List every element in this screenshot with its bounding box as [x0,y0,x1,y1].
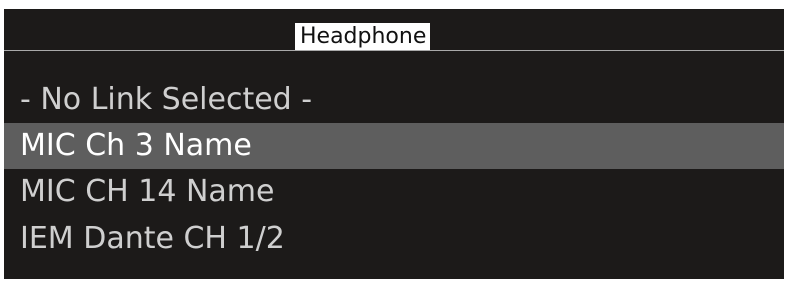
menu-title: Headphone [295,23,431,51]
list-item-mic-ch-14[interactable]: MIC CH 14 Name [4,169,784,215]
list-item-no-link[interactable]: - No Link Selected - [4,77,784,123]
menu-header: Headphone [4,9,784,51]
list-item-mic-ch-3[interactable]: MIC Ch 3 Name [4,123,784,169]
header-divider [4,50,784,51]
list-item-iem-dante-ch-1-2[interactable]: IEM Dante CH 1/2 [4,216,784,262]
device-display: Headphone - No Link Selected - MIC Ch 3 … [4,9,784,279]
